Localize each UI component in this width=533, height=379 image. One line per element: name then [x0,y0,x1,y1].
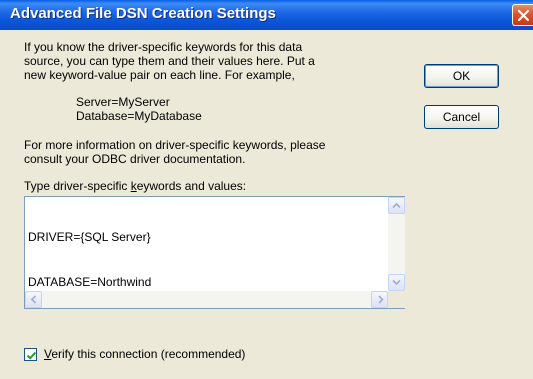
keyword-line: DRIVER={SQL Server} [28,230,151,244]
scroll-down-button[interactable] [388,274,405,291]
more-info-line-2: consult your ODBC driver documentation. [24,152,246,166]
close-button[interactable] [512,4,533,26]
intro-line-2: source, you can type them and their valu… [24,54,315,68]
keywords-label: Type driver-specific keywords and values… [24,179,247,193]
dialog-window: Advanced File DSN Creation Settings If y… [0,0,533,379]
ok-button[interactable]: OK [424,64,499,88]
check-icon [26,351,37,360]
vertical-scrollbar[interactable] [388,197,405,291]
cancel-button[interactable]: Cancel [424,105,499,129]
keyword-line: DATABASE=Northwind [28,275,152,289]
keywords-textarea[interactable]: DRIVER={SQL Server} DATABASE=Northwind [24,196,405,309]
scroll-right-button[interactable] [371,291,388,308]
scrollbar-corner [388,291,405,308]
horizontal-scrollbar[interactable] [25,291,388,308]
example-database: Database=MyDatabase [76,109,202,123]
intro-line-3: new keyword-value pair on each line. For… [24,68,295,82]
verify-connection-label[interactable]: Verify this connection (recommended) [44,347,245,361]
scroll-left-button[interactable] [25,291,42,308]
verify-connection-checkbox[interactable] [24,348,37,361]
arrow-left-icon [30,295,37,304]
close-icon [517,9,530,22]
arrow-down-icon [392,279,401,286]
arrow-right-icon [378,295,384,304]
more-info-text: For more information on driver-specific … [24,138,325,166]
scroll-up-button[interactable] [388,197,405,214]
window-title: Advanced File DSN Creation Settings [10,5,276,22]
title-bar[interactable]: Advanced File DSN Creation Settings [0,0,533,30]
more-info-line-1: For more information on driver-specific … [24,138,326,152]
arrow-up-icon [392,202,401,209]
example-server: Server=MyServer [76,95,170,109]
intro-line-1: If you know the driver-specific keywords… [24,40,303,54]
intro-text: If you know the driver-specific keywords… [24,40,315,82]
